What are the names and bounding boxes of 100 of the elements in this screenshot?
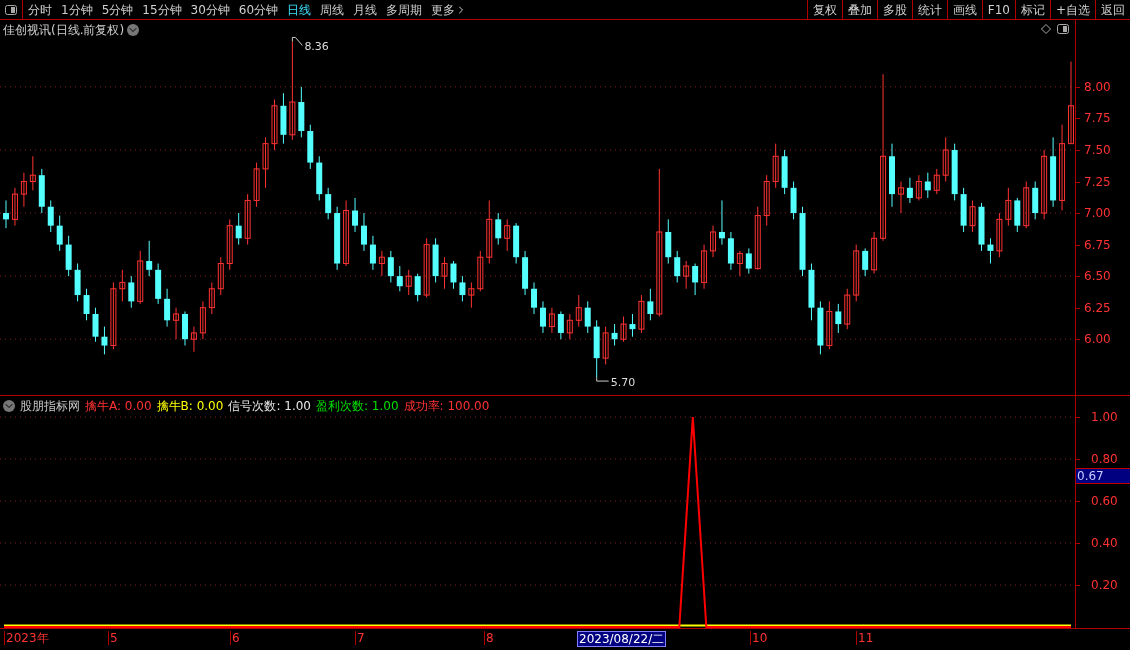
candle bbox=[486, 199, 493, 264]
candle bbox=[736, 250, 743, 277]
candle bbox=[1050, 136, 1057, 208]
price-axis-label: 8.00 bbox=[1084, 80, 1111, 93]
candle bbox=[146, 240, 153, 277]
candle bbox=[987, 237, 994, 264]
candle bbox=[65, 235, 72, 277]
candle bbox=[978, 202, 985, 252]
candle bbox=[629, 313, 636, 338]
candle bbox=[924, 172, 931, 199]
candle bbox=[871, 231, 878, 275]
candle bbox=[835, 303, 842, 334]
period-tab[interactable]: 60分钟 bbox=[238, 0, 279, 19]
period-tab[interactable]: 日线 bbox=[287, 0, 312, 19]
candle bbox=[996, 212, 1003, 258]
candle bbox=[942, 136, 949, 182]
candle bbox=[3, 199, 9, 229]
candle bbox=[164, 288, 171, 328]
low-leader-line bbox=[596, 376, 610, 382]
legend-value: 成功率: 100.00 bbox=[403, 398, 490, 415]
toolbar-button[interactable]: +自选 bbox=[1049, 0, 1095, 19]
candle bbox=[387, 250, 394, 283]
candle bbox=[173, 307, 180, 340]
date-axis-label: 6 bbox=[230, 631, 241, 645]
indicator-axis-label: 0.40 bbox=[1091, 537, 1118, 549]
period-tab[interactable]: 月线 bbox=[353, 0, 378, 19]
candle bbox=[495, 212, 502, 246]
candle bbox=[298, 86, 305, 138]
toolbar-button[interactable]: 复权 bbox=[806, 0, 842, 19]
price-axis-label: 6.50 bbox=[1084, 270, 1111, 283]
candle bbox=[271, 99, 278, 151]
candle bbox=[92, 307, 99, 343]
candle bbox=[710, 225, 716, 258]
toolbar-button[interactable]: 统计 bbox=[911, 0, 947, 19]
price-axis-label: 6.25 bbox=[1084, 301, 1111, 314]
candle bbox=[217, 256, 224, 296]
candle bbox=[199, 300, 206, 340]
candle bbox=[897, 181, 904, 214]
candle bbox=[531, 281, 538, 315]
date-axis-label: 2023/08/22/二 bbox=[577, 631, 667, 647]
candle bbox=[620, 316, 627, 343]
price-axis-label: 7.50 bbox=[1084, 143, 1111, 156]
candle bbox=[745, 247, 752, 275]
toolbar-button[interactable]: 返回 bbox=[1095, 0, 1130, 19]
candle bbox=[405, 269, 412, 296]
toolbar-button[interactable]: 画线 bbox=[946, 0, 982, 19]
indicator-axis-label: 0.80 bbox=[1091, 453, 1118, 465]
candle bbox=[369, 235, 376, 271]
candle bbox=[718, 199, 725, 246]
period-tab[interactable]: 5分钟 bbox=[101, 0, 134, 19]
panel-toggle-icon[interactable] bbox=[1057, 24, 1069, 34]
date-axis-label: 2023年 bbox=[4, 631, 50, 645]
candle bbox=[378, 250, 385, 277]
toolbar-button[interactable]: F10 bbox=[981, 0, 1015, 19]
candle bbox=[790, 181, 797, 220]
candle bbox=[253, 162, 260, 208]
candle bbox=[557, 310, 564, 340]
period-tab[interactable]: 周线 bbox=[320, 0, 345, 19]
candle bbox=[182, 310, 188, 347]
candle bbox=[423, 237, 430, 299]
candle bbox=[781, 149, 788, 195]
chart-title: 佳创视讯(日线.前复权) bbox=[3, 22, 125, 39]
toolbar-button[interactable]: 多股 bbox=[876, 0, 912, 19]
candle bbox=[137, 250, 144, 305]
candle bbox=[128, 275, 135, 309]
diamond-icon[interactable] bbox=[1041, 24, 1051, 34]
panel-toggle-icon bbox=[5, 4, 17, 15]
candle bbox=[11, 187, 18, 227]
period-tab[interactable]: 分时 bbox=[28, 0, 52, 19]
candle bbox=[727, 231, 734, 271]
cursor-value-label: 0.67 bbox=[1076, 468, 1130, 484]
candle bbox=[155, 263, 162, 305]
candle bbox=[1032, 181, 1039, 220]
candle bbox=[1023, 181, 1030, 229]
period-tab[interactable]: 多周期 bbox=[386, 0, 423, 19]
toolbar-button[interactable]: 标记 bbox=[1014, 0, 1050, 19]
indicator-axis-label: 0.20 bbox=[1091, 579, 1118, 591]
candle bbox=[343, 199, 350, 267]
candle bbox=[933, 168, 940, 195]
candle bbox=[951, 143, 958, 201]
candle bbox=[638, 294, 645, 334]
candle bbox=[593, 319, 600, 378]
candle bbox=[853, 244, 860, 302]
price-axis-label: 7.00 bbox=[1084, 207, 1111, 220]
candle bbox=[235, 212, 242, 246]
dropdown-icon[interactable] bbox=[127, 24, 140, 36]
candle bbox=[548, 307, 555, 334]
dropdown-icon[interactable] bbox=[3, 400, 15, 412]
candle bbox=[459, 275, 466, 302]
period-tab[interactable]: 30分钟 bbox=[190, 0, 230, 19]
period-tab[interactable]: 1分钟 bbox=[61, 0, 93, 19]
candle bbox=[763, 174, 770, 227]
candle bbox=[862, 247, 869, 277]
period-tab[interactable]: 更多 bbox=[431, 0, 468, 19]
period-tab[interactable]: 15分钟 bbox=[142, 0, 182, 19]
candle bbox=[226, 218, 233, 271]
candle bbox=[889, 143, 895, 208]
candle bbox=[1014, 197, 1021, 233]
toolbar-button[interactable]: 叠加 bbox=[841, 0, 877, 19]
candle bbox=[906, 177, 913, 204]
